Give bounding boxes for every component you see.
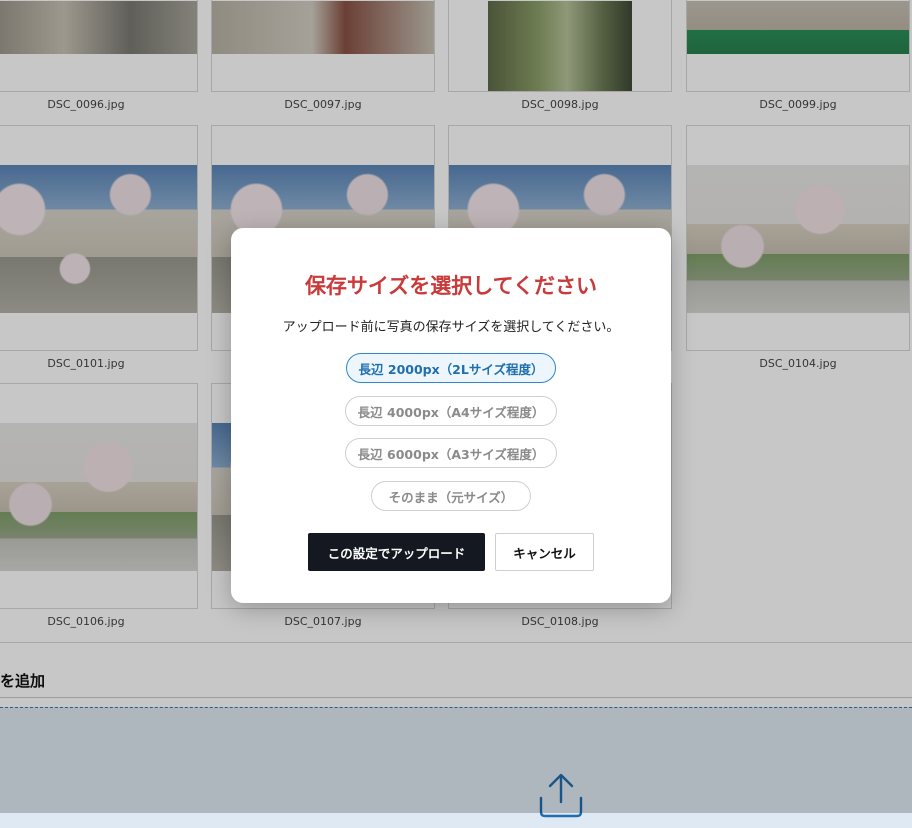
cancel-button[interactable]: キャンセル	[495, 533, 594, 571]
size-option-4000px[interactable]: 長辺 4000px（A4サイズ程度）	[345, 396, 557, 426]
size-option-6000px[interactable]: 長辺 6000px（A3サイズ程度）	[345, 438, 557, 468]
upload-with-setting-button[interactable]: この設定でアップロード	[308, 533, 485, 571]
dialog-description: アップロード前に写真の保存サイズを選択してください。	[282, 320, 620, 335]
save-size-dialog: 保存サイズを選択してください アップロード前に写真の保存サイズを選択してください…	[231, 228, 671, 603]
dialog-title: 保存サイズを選択してください	[304, 274, 598, 298]
size-option-original[interactable]: そのまま（元サイズ）	[371, 481, 531, 511]
size-option-2000px[interactable]: 長辺 2000px（2Lサイズ程度）	[346, 353, 556, 383]
